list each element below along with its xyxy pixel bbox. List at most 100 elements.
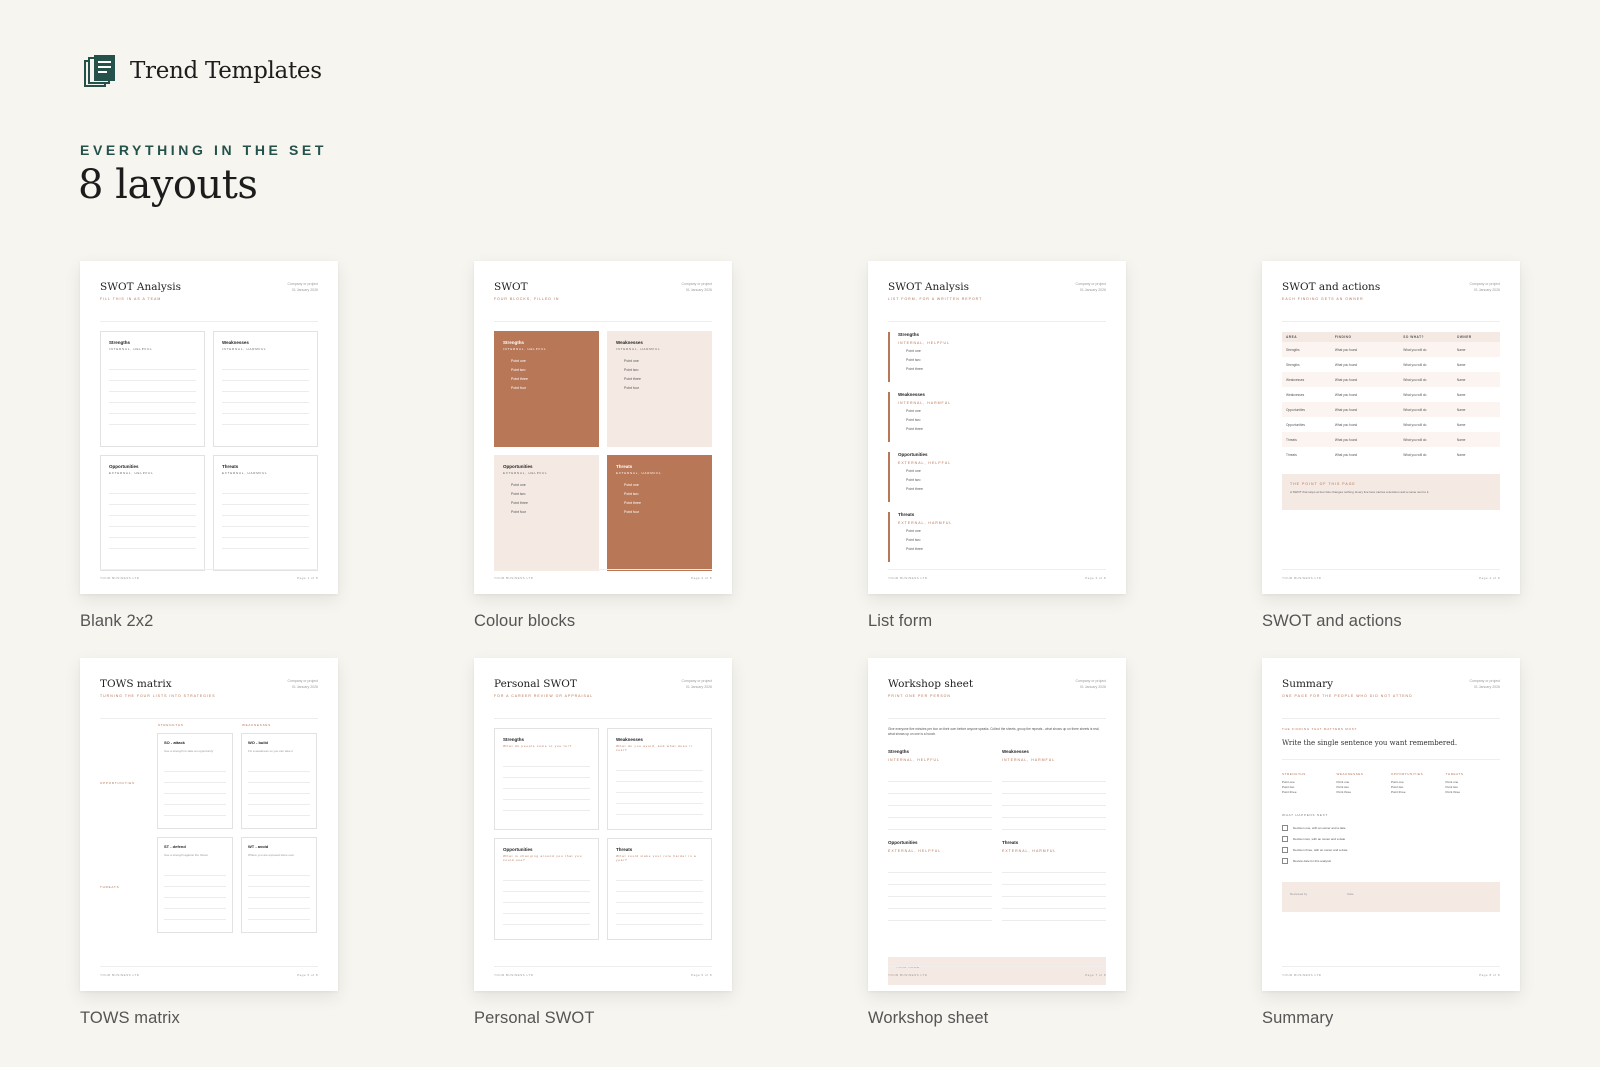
next-steps-checklist: Decision one, with an owner and a date D… (1282, 822, 1500, 866)
checklist-text: Decision one, with an owner and a date (1293, 825, 1346, 830)
layout-preview[interactable]: SWOT FOUR BLOCKS, FILLED IN Company or pr… (474, 261, 732, 594)
layout-label[interactable]: Colour blocks (474, 612, 732, 631)
quadrant-tag: EXTERNAL, HARMFUL (1002, 849, 1057, 853)
list-section: Opportunities EXTERNAL, HELPFUL Point one P… (888, 452, 1106, 502)
finding-tag: THE FINDING THAT MATTERS MOST (1282, 727, 1358, 731)
page-footer: YOUR BUSINESS LTD Page 8 of 8 (1282, 966, 1500, 977)
layout-card-tows-matrix[interactable]: TOWS matrix TURNING THE FOUR LISTS INTO S… (80, 658, 338, 1028)
table-row: Strengths What you found What you will do N… (1282, 357, 1500, 372)
point: Point two (624, 368, 639, 372)
column-header: WEAKNESSES (1336, 772, 1364, 776)
page-subtitle: PRINT ONE PER PERSON (888, 694, 951, 698)
table-cell: What you found (1334, 407, 1358, 412)
quadrant-tag: EXTERNAL, HELPFUL (888, 849, 942, 853)
table-header-cell: OWNER (1456, 335, 1472, 339)
point: Point one (906, 409, 921, 413)
point: Point one (511, 359, 526, 363)
point: Point two (906, 538, 921, 542)
footer-company: YOUR BUSINESS LTD (888, 973, 928, 977)
point: Point one (906, 349, 921, 353)
footer-company: YOUR BUSINESS LTD (100, 576, 140, 580)
layout-preview[interactable]: Workshop sheet PRINT ONE PER PERSON Compa… (868, 658, 1126, 991)
table-header-cell: SO WHAT? (1403, 335, 1424, 339)
table-cell: Name (1456, 452, 1466, 457)
column-header: STRENGTHS (158, 723, 184, 727)
quadrant: Threats EXTERNAL, HARMFUL Point one Point t… (607, 455, 712, 571)
layout-preview[interactable]: SWOT Analysis FILL THIS IN AS A TEAM Comp… (80, 261, 338, 594)
layout-label[interactable]: List form (868, 612, 1126, 631)
meta-date: 01 January 2026 (685, 288, 712, 292)
cell-name: WO - build (248, 740, 268, 745)
table-cell: Threats (1286, 452, 1297, 457)
section-headline: 8 layouts (78, 162, 258, 208)
meta-date: 01 January 2026 (1473, 288, 1500, 292)
table-cell: Weaknesses (1286, 392, 1305, 397)
layout-label[interactable]: TOWS matrix (80, 1009, 338, 1028)
quadrant: Threats EXTERNAL, HARMFUL (213, 455, 318, 571)
table-row: Weaknesses What you found What you will do… (1282, 387, 1500, 402)
footer-page: Page 5 of 8 (297, 973, 318, 977)
meta-date: 01 January 2026 (1079, 288, 1106, 292)
cell-hint: Use a strength against the threat (164, 853, 208, 857)
section-tag: INTERNAL, HARMFUL (898, 401, 952, 405)
footer-company: YOUR BUSINESS LTD (100, 973, 140, 977)
layout-card-swot-and-actions[interactable]: SWOT and actions EACH FINDING GETS AN OWN… (1262, 261, 1520, 631)
point: Point three (1336, 790, 1352, 794)
page-footer: YOUR BUSINESS LTD Page 3 of 8 (888, 569, 1106, 580)
callout-title: THE POINT OF THIS PAGE (1290, 482, 1356, 486)
workshop-quadrant: Strengths INTERNAL, HELPFUL (888, 749, 992, 830)
point: Point three (511, 377, 528, 381)
column-header: OPPORTUNITIES (1391, 772, 1424, 776)
page-footer: YOUR BUSINESS LTD Page 7 of 8 (888, 966, 1106, 977)
footer-page: Page 1 of 8 (297, 576, 318, 580)
table-header-cell: AREA (1286, 335, 1298, 339)
tows-cell: SO - attack Use a strength to take an opp… (157, 733, 233, 829)
point: Point one (906, 469, 921, 473)
page-title: SWOT and actions (1282, 281, 1381, 293)
point: Point two (906, 358, 921, 362)
layout-preview[interactable]: Summary ONE PAGE FOR THE PEOPLE WHO DID N… (1262, 658, 1520, 991)
layout-preview[interactable]: Personal SWOT FOR A CAREER REVIEW OR APPR… (474, 658, 732, 991)
layout-card-blank-2x2[interactable]: SWOT Analysis FILL THIS IN AS A TEAM Comp… (80, 261, 338, 631)
checkbox-icon (1282, 835, 1288, 842)
section-eyebrow: EVERYTHING IN THE SET (80, 142, 327, 158)
layout-label[interactable]: Workshop sheet (868, 1009, 1126, 1028)
layout-label[interactable]: SWOT and actions (1262, 612, 1520, 631)
quadrant: Weaknesses What do you avoid, and what do… (607, 728, 712, 830)
layout-preview[interactable]: SWOT and actions EACH FINDING GETS AN OWN… (1262, 261, 1520, 594)
cell-name: WT - avoid (248, 844, 269, 849)
page-title: SWOT Analysis (888, 281, 969, 293)
layout-label[interactable]: Summary (1262, 1009, 1520, 1028)
table-cell: Strengths (1286, 347, 1300, 352)
footer-page: Page 2 of 8 (691, 576, 712, 580)
section-tag: INTERNAL, HELPFUL (898, 341, 951, 345)
column-header: STRENGTHS (1282, 772, 1306, 776)
brand-name[interactable]: Trend Templates (130, 58, 322, 84)
actions-table: AREA FINDING SO WHAT? OWNER Strengths What y… (1282, 332, 1500, 462)
layout-label[interactable]: Blank 2x2 (80, 612, 338, 631)
layout-preview[interactable]: TOWS matrix TURNING THE FOUR LISTS INTO S… (80, 658, 338, 991)
point: Point three (1282, 790, 1297, 794)
layout-card-summary[interactable]: Summary ONE PAGE FOR THE PEOPLE WHO DID N… (1262, 658, 1520, 1028)
point: Point one (624, 359, 639, 363)
cell-name: ST - defend (164, 844, 186, 849)
layout-card-personal-swot[interactable]: Personal SWOT FOR A CAREER REVIEW OR APPR… (474, 658, 732, 1028)
page-header: Summary ONE PAGE FOR THE PEOPLE WHO DID N… (1282, 678, 1500, 719)
layout-card-workshop-sheet[interactable]: Workshop sheet PRINT ONE PER PERSON Compa… (868, 658, 1126, 1028)
layout-card-list-form[interactable]: SWOT Analysis LIST FORM, FOR A WRITTEN RE… (868, 261, 1126, 631)
layout-card-colour-blocks[interactable]: SWOT FOUR BLOCKS, FILLED IN Company or pr… (474, 261, 732, 631)
quadrant: Threats What could make your role harder … (607, 838, 712, 940)
table-row: Threats What you found What you will do Nam… (1282, 432, 1500, 447)
table-row: Threats What you found What you will do Nam… (1282, 447, 1500, 462)
quadrant: Strengths INTERNAL, HELPFUL Point one Point… (494, 331, 599, 447)
meta-date: 01 January 2026 (291, 685, 318, 689)
table-cell: What you will do (1403, 377, 1427, 382)
quadrant: Opportunities EXTERNAL, HELPFUL (100, 455, 205, 571)
table-cell: What you will do (1403, 347, 1427, 352)
point: Point one (624, 483, 639, 487)
layout-label[interactable]: Personal SWOT (474, 1009, 732, 1028)
quadrant-tag: INTERNAL, HARMFUL (616, 347, 661, 351)
quadrant-hint: What is changing around you that you cou… (503, 854, 583, 862)
layout-preview[interactable]: SWOT Analysis LIST FORM, FOR A WRITTEN RE… (868, 261, 1126, 594)
meta-date: 01 January 2026 (685, 685, 712, 689)
